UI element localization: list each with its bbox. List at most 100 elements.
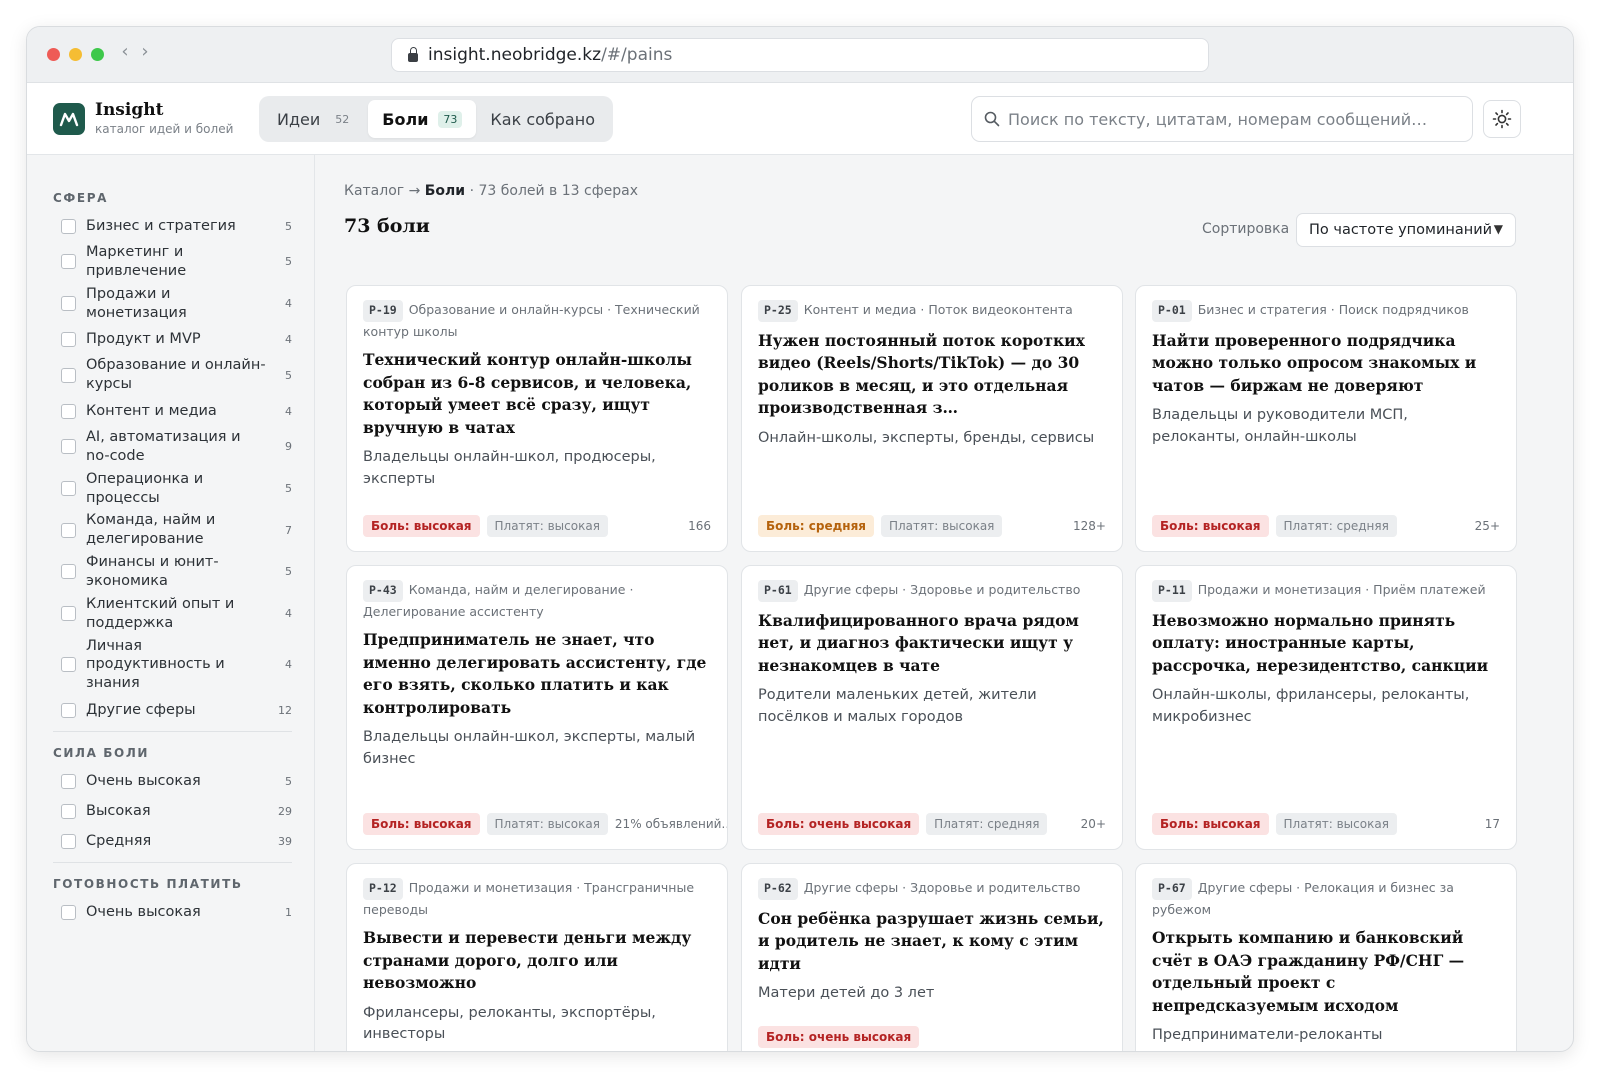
theme-toggle-button[interactable] (1483, 100, 1521, 138)
card-category: Образование и онлайн-курсы · Технический… (363, 302, 700, 339)
search-box[interactable] (971, 96, 1473, 142)
pain-level-filter-item[interactable]: Средняя 39 (53, 826, 292, 856)
filter-count: 39 (278, 834, 292, 848)
mentions-count: 21% объявлений… (614, 817, 728, 831)
pay-badge: Платят: высокая (486, 515, 608, 537)
section-title-pain: СИЛА БОЛИ (53, 746, 150, 761)
card-audience: Онлайн-школы, фрилансеры, релоканты, мик… (1152, 687, 1470, 725)
pain-card[interactable]: P-25 Контент и медиа · Поток видеоконтент… (741, 285, 1123, 552)
checkbox[interactable] (61, 702, 76, 718)
checkbox[interactable] (61, 606, 76, 622)
sphere-filter-item[interactable]: Команда, найм и делегирование 7 (53, 509, 292, 551)
filter-label: Контент и медиа (86, 402, 217, 419)
breadcrumb-root[interactable]: Каталог (344, 183, 404, 199)
filter-label: Финансы и юнит-экономика (86, 554, 219, 589)
checkbox[interactable] (61, 296, 76, 312)
checkbox[interactable] (61, 218, 76, 234)
card-meta: P-01 Бизнес и стратегия · Поиск подрядчик… (1152, 300, 1500, 322)
sphere-filter-item[interactable]: AI, автоматизация и no-code 9 (53, 426, 292, 468)
card-footer: Боль: средняя Платят: высокая 128+ (758, 515, 1106, 537)
tab-how-collected[interactable]: Как собрано (476, 100, 609, 138)
filter-count: 4 (285, 332, 292, 346)
filter-count: 5 (285, 565, 292, 579)
back-arrow-icon[interactable]: ‹ (117, 41, 133, 62)
card-id: P-19 (363, 300, 403, 322)
sphere-filter-item[interactable]: Продукт и MVP 4 (53, 324, 292, 354)
sphere-filter-item[interactable]: Другие сферы 12 (53, 695, 292, 725)
mentions-count: 17 (1484, 817, 1500, 831)
checkbox[interactable] (61, 904, 76, 920)
page-title: 73 боли (344, 215, 430, 237)
checkbox[interactable] (61, 833, 76, 849)
forward-arrow-icon[interactable]: › (137, 41, 153, 62)
main-tabs: Идеи 52 Боли 73 Как собрано (259, 96, 613, 142)
pain-card[interactable]: P-11 Продажи и монетизация · Приём платеж… (1135, 565, 1517, 850)
checkbox[interactable] (61, 657, 76, 673)
checkbox[interactable] (61, 803, 76, 819)
checkbox[interactable] (61, 367, 76, 383)
card-id: P-67 (1152, 878, 1192, 900)
minimize-window-button[interactable] (69, 48, 82, 61)
checkbox[interactable] (61, 331, 76, 347)
pain-card[interactable]: P-43 Команда, найм и делегирование · Деле… (346, 565, 728, 850)
pain-badge: Боль: средняя (758, 515, 874, 537)
search-icon (984, 111, 1000, 127)
pain-card[interactable]: P-01 Бизнес и стратегия · Поиск подрядчик… (1135, 285, 1517, 552)
card-id: P-62 (758, 878, 798, 900)
pain-card[interactable]: P-19 Образование и онлайн-курсы · Техниче… (346, 285, 728, 552)
sphere-filter-item[interactable]: Операционка и процессы 5 (53, 468, 292, 510)
address-bar[interactable]: insight.neobridge.kz/#/pains (391, 38, 1209, 72)
sphere-filter-section: СФЕРА Бизнес и стратегия 5 Маркетинг и при… (27, 155, 314, 725)
sphere-filter-item[interactable]: Финансы и юнит-экономика 5 (53, 551, 292, 593)
url-path: /#/pains (601, 45, 673, 65)
tab-pains[interactable]: Боли 73 (368, 100, 477, 138)
checkbox[interactable] (61, 481, 76, 497)
sphere-filter-item[interactable]: Образование и онлайн-курсы 5 (53, 354, 292, 396)
tab-label: Идеи (277, 109, 321, 129)
filter-count: 4 (285, 607, 292, 621)
search-input[interactable] (1008, 109, 1448, 129)
card-category: Продажи и монетизация · Трансграничные п… (363, 880, 695, 917)
sphere-filter-item[interactable]: Клиентский опыт и поддержка 4 (53, 593, 292, 635)
tab-ideas[interactable]: Идеи 52 (263, 100, 368, 138)
checkbox[interactable] (61, 439, 76, 455)
card-category: Контент и медиа · Поток видеоконтента (803, 302, 1073, 317)
browser-window: ‹ › insight.neobridge.kz/#/pains Insight… (26, 26, 1574, 1052)
card-title: Предприниматель не знает, что именно дел… (363, 630, 707, 717)
sort-select[interactable]: По частоте упоминаний ▼ (1296, 213, 1516, 247)
breadcrumb-current: Боли (424, 183, 466, 199)
sphere-filter-item[interactable]: Личная продуктивность и знания 4 (53, 635, 292, 696)
checkbox[interactable] (61, 403, 76, 419)
pay-badge: Платят: высокая (486, 813, 608, 835)
card-meta: P-12 Продажи и монетизация · Трансграничн… (363, 878, 711, 919)
app-header: Insight каталог идей и болей Идеи 52 Боли… (27, 83, 1573, 155)
filter-label: Личная продуктивность и знания (86, 637, 225, 692)
checkbox[interactable] (61, 254, 76, 270)
pain-card[interactable]: P-12 Продажи и монетизация · Трансграничн… (346, 863, 728, 1051)
sun-icon (1492, 109, 1512, 129)
card-title: Технический контур онлайн-школы собран и… (363, 350, 692, 437)
sphere-filter-item[interactable]: Маркетинг и привлечение 5 (53, 241, 292, 283)
checkbox[interactable] (61, 522, 76, 538)
filter-count: 5 (285, 368, 292, 382)
sphere-filter-item[interactable]: Контент и медиа 4 (53, 396, 292, 426)
pain-card[interactable]: P-62 Другие сферы · Здоровье и родительст… (741, 863, 1123, 1051)
checkbox[interactable] (61, 773, 76, 789)
maximize-window-button[interactable] (91, 48, 104, 61)
pain-level-filter-item[interactable]: Высокая 29 (53, 796, 292, 826)
section-title-sphere: СФЕРА (53, 191, 108, 205)
checkbox[interactable] (61, 564, 76, 580)
card-category: Другие сферы · Здоровье и родительство (803, 880, 1081, 895)
card-title: Найти проверенного подрядчика можно толь… (1152, 330, 1477, 395)
pain-level-filter-item[interactable]: Очень высокая 5 (53, 766, 292, 796)
filter-label: Бизнес и стратегия (86, 217, 236, 234)
pain-badge: Боль: высокая (363, 515, 480, 537)
pain-card[interactable]: P-61 Другие сферы · Здоровье и родительст… (741, 565, 1123, 850)
sphere-filter-item[interactable]: Продажи и монетизация 4 (53, 283, 292, 325)
breadcrumb-arrow: → (408, 183, 421, 199)
pain-card[interactable]: P-67 Другие сферы · Релокация и бизнес за… (1135, 863, 1517, 1051)
pay-level-filter-item[interactable]: Очень высокая 1 (53, 897, 292, 927)
close-window-button[interactable] (47, 48, 60, 61)
brand-logo-icon[interactable] (53, 103, 85, 135)
sphere-filter-item[interactable]: Бизнес и стратегия 5 (53, 211, 292, 241)
